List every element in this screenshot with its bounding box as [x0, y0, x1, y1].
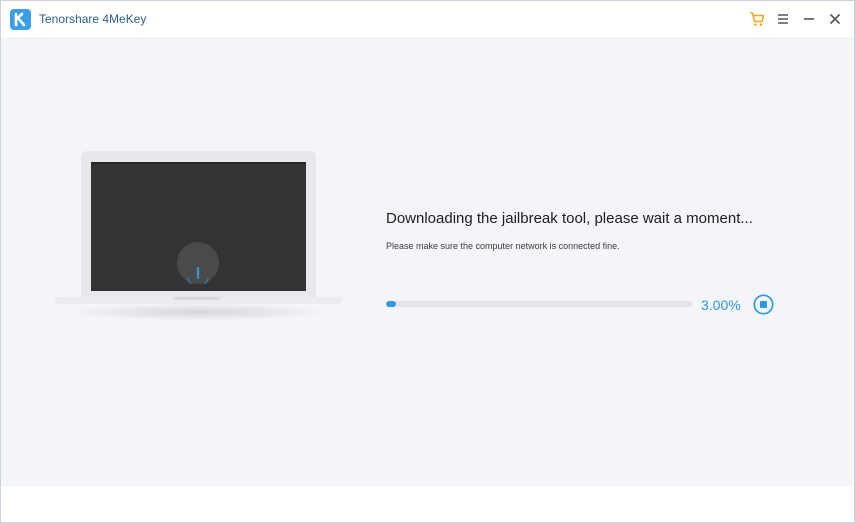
laptop-illustration — [51, 151, 346, 331]
app-logo-icon — [10, 9, 31, 30]
minimize-button[interactable] — [799, 9, 819, 29]
close-button[interactable] — [825, 9, 845, 29]
menu-button[interactable] — [773, 9, 793, 29]
status-subtext: Please make sure the computer network is… — [386, 241, 620, 251]
minimize-icon — [804, 18, 814, 20]
laptop-notch — [173, 297, 221, 300]
cart-button[interactable] — [747, 9, 767, 29]
laptop-shadow — [76, 304, 321, 320]
download-progress-icon — [177, 242, 219, 284]
close-icon — [829, 13, 841, 25]
cart-icon — [750, 12, 765, 26]
status-heading: Downloading the jailbreak tool, please w… — [386, 210, 753, 227]
stop-circle-icon — [753, 294, 774, 315]
app-window: Tenorshare 4MeKey Downloading the jailbr… — [0, 0, 855, 523]
footer-bar — [1, 486, 854, 522]
app-title: Tenorshare 4MeKey — [39, 12, 147, 26]
stop-download-button[interactable] — [753, 294, 774, 315]
title-bar: Tenorshare 4MeKey — [1, 1, 854, 37]
progress-bar-fill — [386, 301, 396, 307]
progress-bar — [386, 301, 692, 307]
progress-percent: 3.00% — [701, 297, 741, 313]
menu-icon — [778, 14, 788, 24]
